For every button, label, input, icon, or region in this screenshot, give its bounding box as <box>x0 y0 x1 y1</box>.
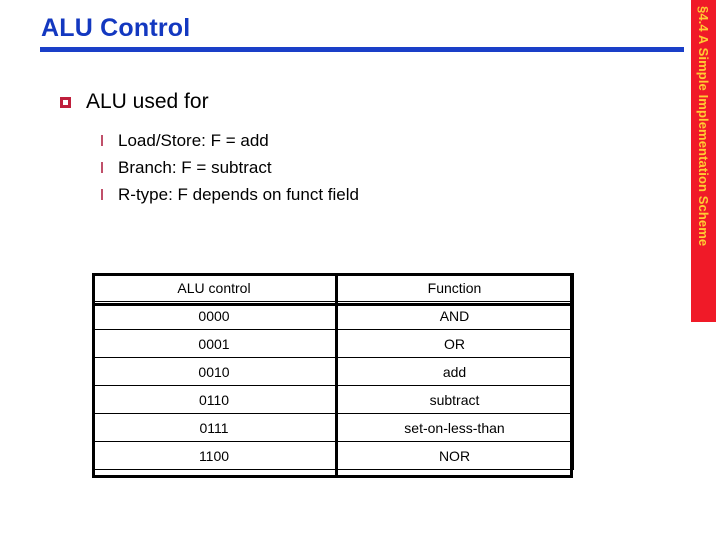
alu-control-table: ALU control Function 0000 AND 0001 OR 00… <box>92 273 574 470</box>
bullet-level2-label: Branch: F = subtract <box>118 158 272 177</box>
table-row: 0010 add <box>92 357 574 386</box>
table-cell-alu-control: 0001 <box>92 329 336 358</box>
table-row: 0111 set-on-less-than <box>92 413 574 442</box>
table-cell-function: OR <box>335 329 574 358</box>
table-cell-function: subtract <box>335 385 574 414</box>
table-header-row: ALU control Function <box>92 273 574 302</box>
table-cell-alu-control: 0111 <box>92 413 336 442</box>
table-cell-function: add <box>335 357 574 386</box>
bullet-level2-label: Load/Store: F = add <box>118 131 269 150</box>
bullet-level1-alu-used-for: ALU used for <box>0 86 660 118</box>
table-cell-alu-control: 1100 <box>92 441 336 470</box>
table-header-cell: ALU control <box>92 273 336 302</box>
table-row: 1100 NOR <box>92 441 574 470</box>
bullet-spacer <box>0 118 660 127</box>
table-row: 0001 OR <box>92 329 574 358</box>
bullet-level2-r-type: R-type: F depends on funct field <box>0 181 660 208</box>
bullet-level1-label: ALU used for <box>86 90 209 113</box>
table-row: 0110 subtract <box>92 385 574 414</box>
table-cell-alu-control: 0000 <box>92 301 336 330</box>
table-cell-function: AND <box>335 301 574 330</box>
table-cell-function: NOR <box>335 441 574 470</box>
section-sidebar: §4.4 A Simple Implementation Scheme <box>691 0 716 322</box>
bullet-level2-load-store: Load/Store: F = add <box>0 127 660 154</box>
bullet-list: ALU used for Load/Store: F = add Branch:… <box>0 86 660 208</box>
table-cell-alu-control: 0110 <box>92 385 336 414</box>
bullet-level2-label: R-type: F depends on funct field <box>118 185 359 204</box>
section-sidebar-label: §4.4 A Simple Implementation Scheme <box>696 6 711 247</box>
dash-bullet-icon <box>101 135 103 146</box>
table-cell-function: set-on-less-than <box>335 413 574 442</box>
table-header-cell: Function <box>335 273 574 302</box>
dash-bullet-icon <box>101 189 103 200</box>
title-underline-rule <box>40 47 684 52</box>
table-row: 0000 AND <box>92 301 574 330</box>
page-title: ALU Control <box>41 14 191 42</box>
dash-bullet-icon <box>101 162 103 173</box>
bullet-level2-branch: Branch: F = subtract <box>0 154 660 181</box>
table-cell-alu-control: 0010 <box>92 357 336 386</box>
slide-canvas: ALU Control ALU used for Load/Store: F =… <box>0 0 720 540</box>
square-bullet-icon <box>60 97 71 108</box>
